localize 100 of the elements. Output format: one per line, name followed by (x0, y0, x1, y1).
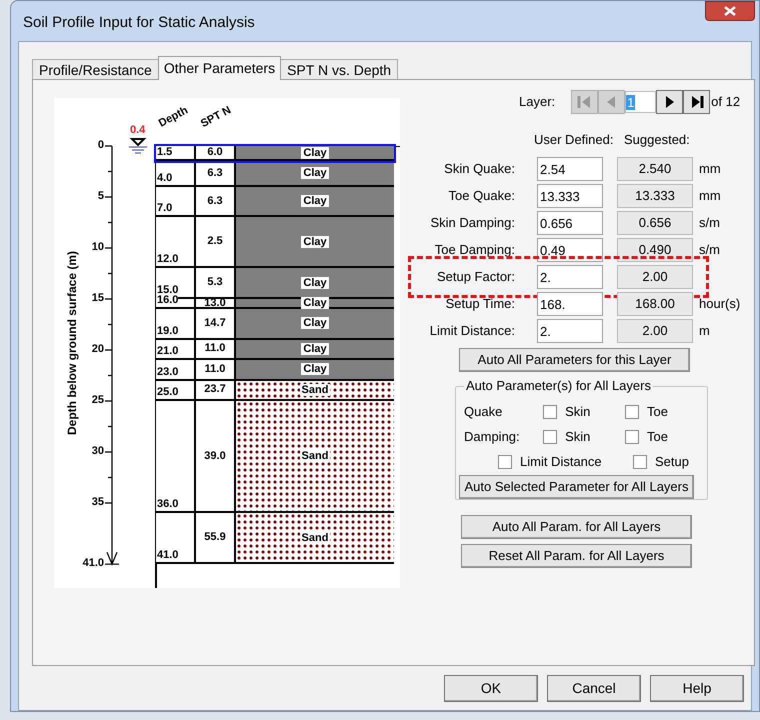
layer-row[interactable]: 21.0 11.0 Clay (156, 340, 394, 360)
auto-layer-button[interactable]: Auto All Parameters for this Layer (459, 348, 690, 372)
spt-value: 6.3 (207, 196, 223, 207)
soil-label: Clay (301, 342, 329, 355)
layer-row[interactable]: 12.0 2.5 Clay (156, 217, 394, 268)
soil-label: Clay (301, 317, 329, 330)
spt-value: 39.0 (204, 450, 226, 462)
spt-value: 11.0 (204, 364, 226, 375)
tick-label: 10 (92, 242, 104, 253)
layer-row[interactable]: 25.0 23.7 Sand (156, 380, 394, 401)
spt-value: 11.0 (204, 343, 226, 354)
unit-label: m (699, 322, 710, 340)
input-field[interactable]: 13.333 (537, 184, 603, 208)
tab[interactable]: Profile/Resistance (32, 59, 159, 80)
spt-value: 6.3 (207, 168, 223, 179)
tab[interactable]: Other Parameters (158, 56, 282, 80)
soil-label: Sand (300, 532, 330, 544)
layer-row[interactable]: 1.5 6.0 Clay (156, 146, 394, 162)
group-title: Auto Parameter(s) for All Layers (464, 378, 653, 394)
tick-label: 20 (92, 344, 104, 355)
last-arrow-icon (689, 94, 704, 110)
soil-label: Clay (301, 363, 329, 376)
all-layers-button[interactable]: Auto All Param. for All Layers (461, 515, 692, 539)
suggested-value: 0.490 (617, 238, 693, 262)
close-button[interactable] (705, 1, 755, 21)
unit-label: mm (699, 160, 721, 178)
input-field[interactable]: 2. (537, 319, 603, 343)
layer-count: of 12 (711, 93, 740, 112)
soil-label: Clay (301, 236, 329, 248)
soil-label: Sand (300, 384, 330, 396)
suggested-value: 2.00 (617, 265, 693, 289)
checkbox[interactable] (543, 404, 558, 418)
field-label: Setup Factor: (436, 268, 515, 286)
checkbox[interactable] (498, 454, 512, 468)
auto-selected-button[interactable]: Auto Selected Parameter for All Layers (459, 475, 694, 499)
column-heading: User Defined: (534, 131, 614, 150)
field-label: Skin Damping: (429, 214, 515, 232)
row-label: Quake (464, 402, 504, 421)
unit-label: hour(s) (699, 295, 740, 314)
row-label: Damping: (464, 428, 521, 446)
tab[interactable]: SPT N vs. Depth (280, 59, 398, 80)
layer-row[interactable]: 36.0 39.0 Sand (156, 401, 394, 514)
column-header: SPT N (199, 105, 234, 130)
checkbox[interactable] (543, 430, 558, 444)
all-layers-button[interactable]: Reset All Param. for All Layers (461, 544, 692, 568)
spt-value: 5.3 (207, 277, 223, 288)
checkbox[interactable] (625, 430, 640, 444)
window-title: Soil Profile Input for Static Analysis (23, 13, 255, 33)
water-table-icon (128, 138, 148, 155)
checkbox[interactable] (625, 404, 640, 418)
field-label: Toe Quake: (448, 187, 515, 206)
unit-label: s/m (699, 241, 720, 260)
input-field[interactable]: 168. (537, 292, 603, 316)
dialog-button[interactable]: Cancel (547, 675, 641, 702)
unit-label: mm (699, 187, 721, 206)
tick-label: 25 (92, 395, 104, 406)
suggested-value: 2.00 (617, 319, 693, 343)
soil-label: Clay (301, 297, 329, 310)
checkbox-label: Toe (647, 428, 668, 446)
spt-value: 23.7 (204, 384, 226, 396)
layer-row[interactable]: 41.0 55.9 Sand (156, 513, 394, 564)
tick-label: 15 (92, 293, 104, 304)
field-label: Limit Distance: (428, 322, 515, 340)
checkbox-label: Limit Distance (520, 452, 602, 471)
suggested-value: 0.656 (617, 211, 693, 235)
checkbox-label: Skin (565, 402, 590, 421)
field-label: Skin Quake: (443, 160, 515, 178)
checkbox-label: Skin (565, 428, 590, 446)
spt-value: 55.9 (204, 532, 226, 544)
dialog-button[interactable]: Help (650, 675, 744, 702)
field-label: Setup Time: (444, 295, 515, 314)
layer-row[interactable]: 4.0 6.3 Clay (156, 161, 394, 187)
suggested-value: 168.00 (617, 292, 693, 316)
layer-label: Layer: (519, 93, 556, 112)
soil-label: Clay (301, 195, 329, 208)
spt-value: 6.0 (207, 147, 223, 158)
layer-row[interactable]: 23.0 11.0 Clay (156, 360, 394, 381)
soil-label: Clay (301, 276, 329, 289)
input-field[interactable]: 2.54 (537, 157, 603, 181)
spt-value: 2.5 (207, 236, 223, 248)
unit-label: s/m (699, 214, 720, 232)
axis-title: Depth below ground surface (m) (64, 250, 80, 438)
column-heading: Suggested: (624, 131, 690, 150)
tick-label: 5 (98, 191, 104, 202)
input-field[interactable]: 0.656 (537, 211, 603, 235)
checkbox-label: Toe (647, 402, 668, 421)
tick-label: 41.0 (82, 558, 104, 570)
water-table-depth: 0.4 (130, 125, 146, 136)
checkbox[interactable] (633, 454, 647, 468)
dialog-button[interactable]: OK (444, 675, 538, 702)
spt-value: 14.7 (204, 318, 226, 329)
tick-label: 0 (98, 140, 104, 151)
input-field[interactable]: 2. (537, 265, 603, 289)
nav-button[interactable] (683, 90, 710, 114)
input-field[interactable]: 0.49 (537, 238, 603, 262)
nav-button[interactable] (656, 90, 684, 114)
soil-label: Clay (301, 167, 329, 180)
field-label: Toe Damping: (434, 241, 515, 260)
layer-row[interactable]: 19.0 14.7 Clay (156, 309, 394, 340)
layer-row[interactable]: 7.0 6.3 Clay (156, 186, 394, 218)
